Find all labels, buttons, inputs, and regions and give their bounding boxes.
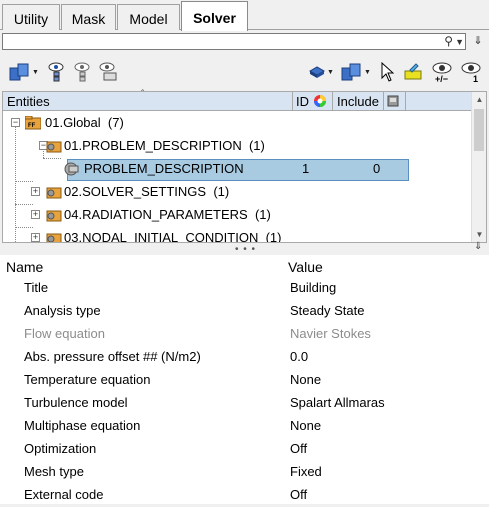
svg-text:+/−: +/−: [435, 74, 448, 84]
tree-row-problem-description-folder[interactable]: − 01.PROBLEM_DESCRIPTION (1): [3, 135, 472, 158]
property-name-header: Name: [6, 259, 44, 275]
property-row[interactable]: Turbulence model Spalart Allmaras: [0, 392, 489, 415]
property-row[interactable]: Temperature equation None: [0, 369, 489, 392]
search-icon[interactable]: ⚲: [444, 34, 453, 48]
property-row-disabled: Flow equation Navier Stokes: [24, 326, 371, 341]
column-include[interactable]: Include: [337, 94, 379, 109]
column-separator: [292, 92, 293, 111]
tree-row-radiation-parameters[interactable]: + 04.RADIATION_PARAMETERS (1): [3, 204, 472, 227]
collapse-panel-icon[interactable]: ⇓: [474, 241, 482, 252]
highlight-button[interactable]: [400, 59, 426, 85]
tree-row-label: 01.PROBLEM_DESCRIPTION (1): [64, 138, 265, 153]
property-row[interactable]: Optimization Off: [0, 438, 489, 461]
cube-icon: [309, 66, 326, 78]
splitter-grip-icon[interactable]: • • •: [235, 244, 256, 255]
column-separator: [383, 92, 384, 111]
tree-header: Entities ˆ ID Include: [3, 89, 472, 111]
entity-view-button[interactable]: ▼: [6, 59, 42, 85]
tab-model[interactable]: Model: [117, 4, 180, 30]
tab-utility[interactable]: Utility: [2, 4, 60, 30]
tab-mask[interactable]: Mask: [61, 4, 116, 30]
search-input[interactable]: [3, 34, 423, 50]
column-settings-icon[interactable]: [387, 95, 399, 110]
eye-one-icon: 1: [461, 62, 481, 84]
search-dropdown-icon[interactable]: ▼: [455, 34, 464, 50]
isolate-button[interactable]: [96, 59, 122, 85]
eye-plus-minus-icon: +/−: [432, 62, 452, 84]
property-table: Name Value Title Building Analysis type St…: [0, 255, 489, 504]
tree-row-label: 02.SOLVER_SETTINGS (1): [64, 184, 230, 199]
tree-scrollbar[interactable]: ▲ ▼: [471, 92, 486, 242]
column-id[interactable]: ID: [296, 94, 309, 109]
tree-row-label: 04.RADIATION_PARAMETERS (1): [64, 207, 271, 222]
property-row[interactable]: Multiphase equation None: [0, 415, 489, 438]
tree-row-nodal-initial-condition[interactable]: + 03.NODAL_INITIAL_CONDITION (1): [3, 227, 472, 242]
tree-row-label: 01.Global (7): [45, 115, 124, 130]
dropdown-arrow-icon: ▼: [364, 68, 371, 76]
property-row[interactable]: Abs. pressure offset ## (N/m2) 0.0: [0, 346, 489, 369]
cursor-icon: [381, 62, 394, 82]
property-row[interactable]: Analysis type Steady State: [0, 300, 489, 323]
folder-icon: [45, 208, 63, 225]
tree-row-solver-settings[interactable]: + 02.SOLVER_SETTINGS (1): [3, 181, 472, 204]
eye-tree-hidden-icon: [74, 62, 90, 82]
eye-tree-icon: [48, 62, 64, 82]
search-box: ⚲ ▼: [2, 33, 466, 50]
dropdown-arrow-icon: ▼: [32, 68, 39, 76]
display-mode-button[interactable]: ▼: [338, 59, 374, 85]
scrollbar-thumb[interactable]: [474, 109, 484, 151]
highlight-icon: [404, 63, 422, 80]
color-wheel-icon[interactable]: [313, 94, 327, 111]
entity-tree: Entities ˆ ID Include − FF 01.Global (7): [2, 89, 487, 243]
eye-stack-icon: [99, 62, 117, 81]
expand-icon[interactable]: +: [31, 210, 40, 219]
tab-solver[interactable]: Solver: [181, 1, 248, 31]
collapse-icon[interactable]: −: [11, 118, 20, 127]
folder-icon: [45, 185, 63, 202]
display-mode-icon: [341, 63, 361, 81]
component-color-button[interactable]: ▼: [306, 59, 336, 85]
svg-text:FF: FF: [28, 123, 36, 129]
entity-icon: [63, 162, 81, 179]
svg-text:1: 1: [473, 74, 478, 84]
scroll-down-icon[interactable]: ▼: [472, 227, 487, 242]
tree-row-label: 03.NODAL_INITIAL_CONDITION (1): [64, 230, 282, 242]
tree-row-include: 0: [373, 161, 381, 176]
toolbar: ▼ ▼ ▼ +/− 1: [0, 55, 489, 91]
tree-body: − FF 01.Global (7) − 01.PROBLEM_DESCRIPT…: [3, 112, 472, 242]
folder-icon: [45, 231, 63, 242]
column-separator: [332, 92, 333, 111]
tree-row-id: 1: [302, 161, 310, 176]
hide-button[interactable]: [70, 59, 94, 85]
show-one-button[interactable]: 1: [458, 59, 484, 85]
show-button[interactable]: [44, 59, 68, 85]
property-row[interactable]: Title Building: [0, 277, 489, 300]
scroll-up-icon[interactable]: ▲: [472, 92, 487, 107]
property-row[interactable]: Mesh type Fixed: [0, 461, 489, 484]
tab-bar: Utility Mask Model Solver: [0, 0, 489, 31]
expand-icon[interactable]: +: [31, 187, 40, 196]
global-folder-icon: FF: [24, 115, 42, 133]
property-value-header: Value: [288, 259, 323, 275]
show-hide-toggle-button[interactable]: +/−: [428, 59, 456, 85]
collapse-chevron-icon[interactable]: ⇓: [471, 33, 485, 50]
property-header: Name Value: [0, 255, 489, 277]
select-button[interactable]: [376, 59, 398, 85]
sort-indicator-icon: ˆ: [141, 89, 145, 100]
column-separator: [405, 92, 406, 111]
panel-splitter[interactable]: • • • ⇓: [0, 241, 489, 255]
column-entities[interactable]: Entities: [7, 94, 50, 109]
entity-view-icon: [9, 63, 29, 81]
dropdown-arrow-icon: ▼: [327, 68, 334, 76]
tree-row-label: PROBLEM_DESCRIPTION: [84, 161, 244, 176]
expand-icon[interactable]: +: [31, 233, 40, 242]
tree-row-problem-description-entity[interactable]: PROBLEM_DESCRIPTION 1 0: [3, 158, 472, 181]
folder-icon: [45, 139, 63, 156]
tree-row-global[interactable]: − FF 01.Global (7): [3, 112, 472, 135]
